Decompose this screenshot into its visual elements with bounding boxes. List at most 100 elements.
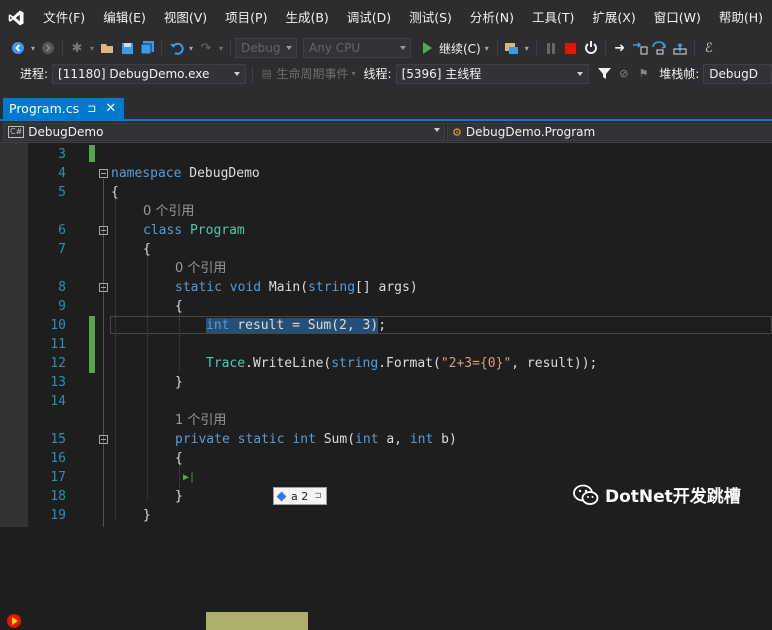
collapse-method-sum-icon[interactable] <box>99 435 108 444</box>
back-icon[interactable] <box>9 39 27 57</box>
watermark: DotNet开发跳槽 <box>573 482 741 507</box>
line-number: 16 <box>50 451 66 466</box>
indent-guide <box>115 198 116 520</box>
menu-file[interactable]: 文件(F) <box>34 0 94 36</box>
code-editor[interactable]: 3 4 5 6 7 8 9 10 11 12 13 14 15 16 17 18… <box>0 143 772 630</box>
thread-label: 线程: <box>363 67 392 81</box>
line-number: 7 <box>58 242 66 257</box>
chevron-down-icon <box>434 128 440 132</box>
code-line-13: } <box>175 375 183 390</box>
thread-select[interactable]: [5396] 主线程 <box>395 63 590 84</box>
toolbar-separator <box>251 65 253 82</box>
menu-debug[interactable]: 调试(D) <box>338 0 400 36</box>
breakpoint-instruction-pointer-icon[interactable] <box>7 614 21 628</box>
collapse-method-main-icon[interactable] <box>99 283 108 292</box>
step-into-icon[interactable] <box>631 39 649 57</box>
step-over-icon[interactable] <box>651 39 669 57</box>
code-line-7: { <box>143 242 151 257</box>
chevron-down-icon <box>400 46 406 50</box>
show-next-statement-icon[interactable]: ➜ <box>611 39 629 57</box>
save-all-icon[interactable] <box>138 39 156 57</box>
save-icon[interactable] <box>118 39 136 57</box>
step-out-icon[interactable] <box>671 39 689 57</box>
continue-button[interactable]: 继续(C) <box>439 40 481 57</box>
break-all-icon[interactable] <box>542 39 560 57</box>
line-number: 15 <box>50 432 66 447</box>
menu-project[interactable]: 项目(P) <box>216 0 276 36</box>
process-select[interactable]: [11180] DebugDemo.exe <box>52 63 246 84</box>
tab-program-cs[interactable]: Program.cs ⊐ ✕ <box>3 98 124 119</box>
toolbar-separator <box>693 40 695 56</box>
type-dropdown[interactable]: ⚙ DebugDemo.Program <box>447 123 772 141</box>
stack-frame-select[interactable]: DebugD <box>703 63 772 84</box>
code-line-16: { <box>175 451 183 466</box>
filter-clear-icon[interactable]: ⊘ <box>615 65 633 83</box>
menu-build[interactable]: 生成(B) <box>276 0 337 36</box>
flag-threads-icon[interactable]: ⚑ <box>635 65 653 83</box>
process-label: 进程: <box>20 67 49 81</box>
extra-tool-icon[interactable]: ℰ <box>700 39 718 57</box>
codelens-references[interactable]: 1 个引用 <box>175 411 226 430</box>
redo-icon[interactable]: ↷ <box>197 39 215 57</box>
new-project-icon[interactable]: ✱ <box>68 39 86 57</box>
menu-edit[interactable]: 编辑(E) <box>94 0 155 36</box>
next-statement-highlight <box>206 612 308 630</box>
redo-dropdown-icon[interactable]: ▾ <box>217 39 225 57</box>
filter-icon[interactable] <box>595 65 613 83</box>
new-dropdown-icon[interactable]: ▾ <box>88 39 96 57</box>
line-number: 9 <box>58 299 66 314</box>
menu-tools[interactable]: 工具(T) <box>523 0 583 36</box>
menu-bar: 文件(F) 编辑(E) 视图(V) 项目(P) 生成(B) 调试(D) 测试(S… <box>0 0 772 36</box>
collapse-class-icon[interactable] <box>99 226 108 235</box>
continue-play-icon[interactable] <box>418 39 436 57</box>
menu-help[interactable]: 帮助(H) <box>710 0 772 36</box>
continue-dropdown-icon[interactable]: ▾ <box>482 39 492 57</box>
undo-icon[interactable] <box>167 39 185 57</box>
menu-extensions[interactable]: 扩展(X) <box>583 0 644 36</box>
pin-icon[interactable]: ⊐ <box>314 491 322 501</box>
menu-view[interactable]: 视图(V) <box>155 0 216 36</box>
code-line-12: Trace.WriteLine(string.Format("2+3={0}",… <box>206 356 598 371</box>
menu-window[interactable]: 窗口(W) <box>645 0 710 36</box>
attach-process-icon[interactable] <box>503 39 521 57</box>
menu-analyze[interactable]: 分析(N) <box>461 0 523 36</box>
line-number: 4 <box>58 166 66 181</box>
project-dropdown[interactable]: C# DebugDemo <box>3 123 445 141</box>
forward-icon[interactable] <box>39 39 57 57</box>
stack-frame-label: 堆栈帧: <box>659 67 700 81</box>
attach-dropdown-icon[interactable]: ▾ <box>523 39 531 57</box>
datatip[interactable]: a 2 ⊐ <box>273 487 327 505</box>
code-line-18: } <box>175 489 183 504</box>
run-to-click-icon[interactable]: ▶| <box>183 472 195 483</box>
pin-icon[interactable]: ⊐ <box>87 102 96 115</box>
toolbar-separator <box>496 40 498 56</box>
restart-icon[interactable] <box>582 39 600 57</box>
solution-configuration-select[interactable]: Debug <box>235 38 297 58</box>
chevron-down-icon <box>577 71 584 76</box>
back-dropdown-icon[interactable]: ▾ <box>29 39 37 57</box>
line-number: 6 <box>58 223 66 238</box>
configuration-value: Debug <box>241 41 281 55</box>
code-line-19: } <box>143 508 151 523</box>
menu-test[interactable]: 测试(S) <box>400 0 461 36</box>
process-value: [11180] DebugDemo.exe <box>58 66 210 81</box>
close-icon[interactable]: ✕ <box>105 101 116 116</box>
solution-platform-select[interactable]: Any CPU <box>303 38 411 58</box>
toolbar-separator <box>161 40 162 56</box>
change-marker <box>89 316 95 373</box>
toolbar-separator <box>230 40 231 56</box>
lifecycle-events-button[interactable]: 生命周期事件 <box>277 65 349 82</box>
undo-dropdown-icon[interactable]: ▾ <box>187 39 195 57</box>
code-line-15: private static int Sum(int a, int b) <box>175 432 457 447</box>
class-name: DebugDemo.Program <box>465 125 596 139</box>
codelens-references[interactable]: 0 个引用 <box>175 259 226 278</box>
stop-debugging-icon[interactable] <box>562 39 580 57</box>
indent-guide <box>147 255 148 500</box>
indicator-margin[interactable] <box>0 143 28 527</box>
codelens-references[interactable]: 0 个引用 <box>143 202 194 221</box>
stack-frame-value: DebugD <box>709 66 758 81</box>
collapse-namespace-icon[interactable] <box>99 169 108 178</box>
open-folder-icon[interactable] <box>98 39 116 57</box>
lifecycle-events-icon[interactable]: ▤ <box>258 65 276 83</box>
code-line-17: return a + b; <box>206 470 308 485</box>
